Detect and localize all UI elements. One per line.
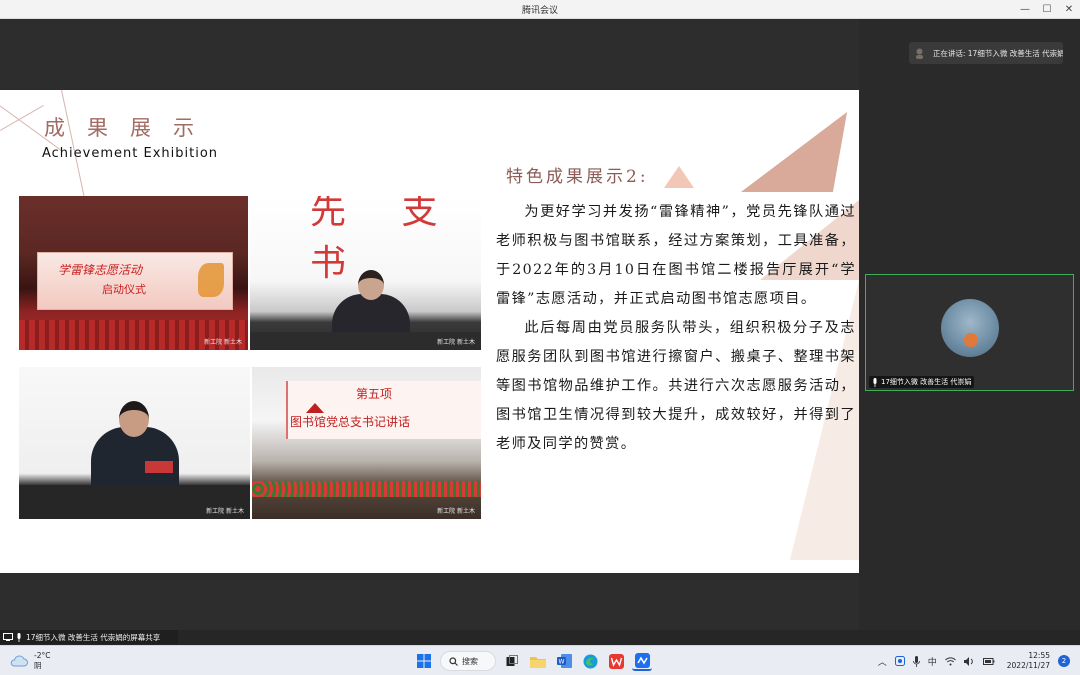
banner-line-2: 启动仪式 — [102, 283, 146, 296]
screen-share-icon — [3, 633, 13, 641]
photo-speaker-man: 新工院 新土木 — [19, 367, 250, 519]
photo-watermark: 新工院 新土木 — [437, 339, 475, 346]
red-chevron — [306, 403, 324, 413]
edge-button[interactable] — [580, 651, 600, 671]
wps-button[interactable] — [606, 651, 626, 671]
minimize-button[interactable]: — — [1014, 0, 1036, 19]
share-stage: 成果展示 Achievement Exhibition 学雷锋志愿活动 启动仪式… — [0, 19, 859, 630]
microphone-icon[interactable] — [16, 632, 22, 642]
shared-slide: 成果展示 Achievement Exhibition 学雷锋志愿活动 启动仪式… — [0, 90, 859, 573]
tencent-meeting-button[interactable] — [632, 651, 652, 671]
file-explorer-button[interactable] — [528, 651, 548, 671]
word-icon: W — [556, 654, 572, 668]
speaking-text: 正在讲话: 17细节入微 改善生活 代崇娟 — [932, 48, 1063, 58]
chevron-up-icon[interactable]: ︿ — [878, 655, 887, 668]
avatar-sun — [964, 333, 978, 347]
paragraph-2: 此后每周由党员服务队带头，组织积极分子及志愿服务团队到图书馆进行擦窗户、搬桌子、… — [496, 320, 856, 452]
runner-graphic — [198, 263, 224, 297]
taskbar-apps: 搜索 W — [414, 650, 652, 672]
slide-body-text: 为更好学习并发扬“雷锋精神”，党员先锋队通过老师积极与图书馆联系，经过方案策划，… — [496, 198, 856, 459]
notification-badge[interactable]: 2 — [1058, 655, 1070, 667]
close-button[interactable]: ✕ — [1058, 0, 1080, 19]
share-bar-text: 17细节入微 改善生活 代崇娟的屏幕共享 — [26, 632, 161, 642]
microphone-icon[interactable] — [912, 655, 920, 667]
maximize-button[interactable]: ☐ — [1036, 0, 1058, 19]
speaker-head — [119, 401, 149, 437]
taskbar-search[interactable]: 搜索 — [440, 651, 496, 671]
speaker-head — [358, 270, 384, 300]
photo-watermark: 新工院 新土木 — [204, 339, 242, 346]
slide-title-en: Achievement Exhibition — [42, 146, 219, 161]
clock-date: 2022/11/27 — [1006, 661, 1050, 670]
participant-avatar — [941, 299, 999, 357]
deco-triangle — [664, 166, 694, 188]
photo-launch-ceremony: 学雷锋志愿活动 启动仪式 新工院 新土木 — [19, 196, 248, 350]
flower-row — [252, 481, 481, 497]
cloud-icon — [10, 655, 28, 667]
word-button[interactable]: W — [554, 651, 574, 671]
taskbar: -2°C 阴 搜索 W ︿ 中 12:55 2022/11/27 2 — [0, 645, 1080, 675]
weather-temp: -2°C — [34, 651, 51, 660]
speaking-indicator: 正在讲话: 17细节入微 改善生活 代崇娟 — [909, 42, 1063, 64]
wps-icon — [608, 653, 624, 669]
ime-indicator[interactable]: 中 — [928, 655, 937, 668]
banner-line-1: 学雷锋志愿活动 — [58, 263, 143, 277]
task-view-button[interactable] — [502, 651, 522, 671]
weather-widget[interactable]: -2°C 阴 — [10, 651, 50, 671]
folder-icon — [530, 656, 546, 668]
start-button[interactable] — [414, 651, 434, 671]
photo-watermark: 新工院 新土木 — [437, 508, 475, 515]
tencent-meeting-icon — [634, 652, 650, 668]
window-controls: — ☐ ✕ — [1014, 0, 1080, 19]
tray-app-icon[interactable] — [894, 656, 905, 666]
section-heading: 特色成果展示2: — [506, 167, 649, 187]
clock-time: 12:55 — [1028, 651, 1050, 660]
speaker-icon[interactable] — [963, 656, 975, 666]
weather-condition: 阴 — [34, 661, 42, 670]
system-tray: ︿ 中 12:55 2022/11/27 2 — [878, 650, 1070, 672]
deco-line — [0, 105, 44, 131]
photo-watermark: 新工院 新土木 — [206, 508, 244, 515]
stage-banner: 学雷锋志愿活动 启动仪式 — [37, 252, 233, 310]
participant-video-tile[interactable]: 17细节入微 改善生活 代崇娟 — [865, 274, 1074, 391]
photo-lecture-hall: 第五项 图书馆党总支书记讲话 新工院 新土木 — [252, 367, 481, 519]
window-title: 腾讯会议 — [521, 6, 558, 16]
window-titlebar: 腾讯会议 — ☐ ✕ — [0, 0, 1080, 19]
photo-speaker-woman: 先 支 书 新工院 新土木 — [250, 196, 481, 350]
microphone-icon — [873, 377, 877, 387]
wifi-icon[interactable] — [944, 656, 956, 666]
search-icon — [449, 656, 458, 666]
deco-triangle — [740, 112, 848, 192]
task-view-icon — [506, 655, 518, 666]
name-plate — [145, 461, 173, 473]
edge-icon — [583, 654, 597, 668]
speaker-body — [332, 294, 410, 334]
backdrop-text: 先 支 书 — [310, 196, 460, 284]
svg-text:W: W — [558, 659, 564, 666]
system-clock[interactable]: 12:55 2022/11/27 — [1007, 651, 1050, 671]
banner-line-1: 第五项 — [356, 387, 393, 401]
battery-icon[interactable] — [982, 657, 995, 666]
screen-share-bar[interactable]: 17细节入微 改善生活 代崇娟的屏幕共享 — [0, 630, 178, 644]
speaker-avatar-icon — [915, 47, 925, 59]
participant-name: 17细节入微 改善生活 代崇娟 — [881, 378, 972, 386]
participant-label: 17细节入微 改善生活 代崇娟 — [869, 376, 975, 388]
search-label: 搜索 — [462, 656, 478, 666]
windows-icon — [417, 654, 431, 668]
paragraph-1: 为更好学习并发扬“雷锋精神”，党员先锋队通过老师积极与图书馆联系，经过方案策划，… — [496, 204, 856, 307]
slide-title-cn: 成果展示 — [44, 116, 216, 140]
banner-line-2: 图书馆党总支书记讲话 — [290, 415, 411, 429]
